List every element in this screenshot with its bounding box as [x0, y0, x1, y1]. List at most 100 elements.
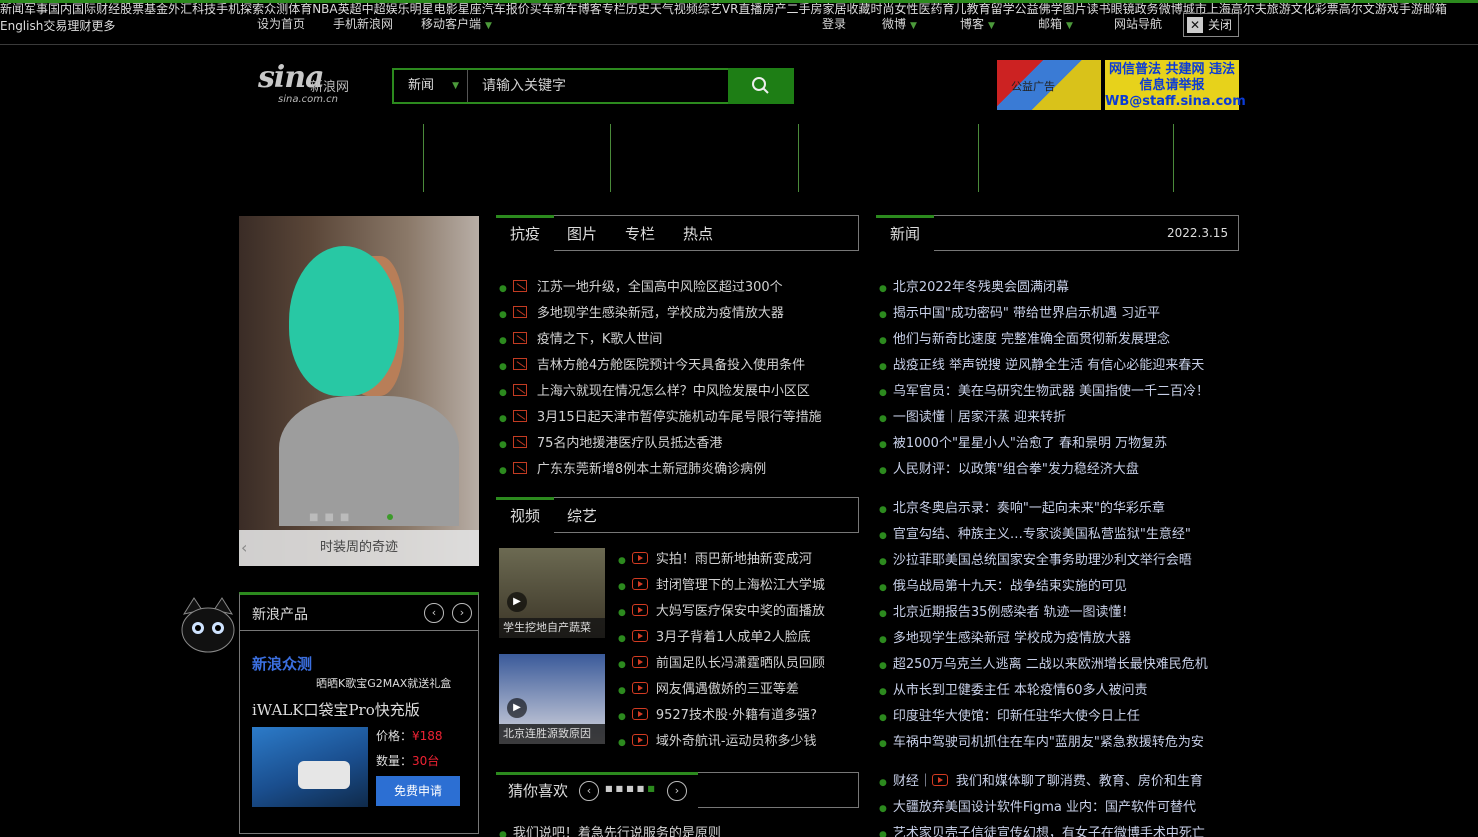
news-title: 大疆放弃美国设计软件Figma 业内：国产软件可替代 [892, 800, 1197, 815]
prev-arrow-icon[interactable]: ‹ [424, 603, 444, 623]
list-item[interactable]: ● 艺术家贝壳子信徒宣传幻想，有女子在微博手术中死亡 [879, 822, 1205, 837]
slider-prev-icon[interactable]: ‹ [241, 538, 247, 557]
slider-dots[interactable]: ■■■ [309, 512, 355, 523]
list-item[interactable]: ● 网友偶遇傲娇的三亚等差 [618, 678, 799, 697]
list-item[interactable]: ● 人民财评：以政策"组合拳"发力稳经济大盘 [879, 458, 1139, 477]
tab-columns[interactable]: 专栏 [625, 223, 655, 244]
search-button[interactable] [728, 68, 794, 104]
list-item[interactable]: ● 一图读懂｜居家汗蒸 迎来转折 [879, 406, 1066, 425]
search-input[interactable] [470, 70, 726, 102]
list-item[interactable]: ● 我们说吧！着急先行说服务的是原则 [499, 822, 721, 837]
product-image[interactable] [252, 727, 368, 807]
tab-hot[interactable]: 热点 [683, 223, 713, 244]
bullet-icon: ● [879, 713, 887, 723]
list-item[interactable]: ● 车祸中驾驶司机抓住在车内"蓝朋友"紧急救援转危为安 [879, 731, 1204, 750]
list-item[interactable]: ● 揭示中国"成功密码" 带给世界启示机遇 习近平 [879, 302, 1160, 321]
list-item[interactable]: ● 75名内地援港医疗队员抵达香港 [499, 432, 722, 451]
video-thumb-caption: 北京连胜源致原因 [499, 724, 605, 744]
list-item[interactable]: ● 广东东莞新增8例本土新冠肺炎确诊病例 [499, 458, 766, 477]
list-item[interactable]: ● 被1000个"星星小人"治愈了 春和景明 万物复苏 [879, 432, 1167, 451]
list-item[interactable]: ● 吉林方舱4方舱医院预计今天具备投入使用条件 [499, 354, 805, 373]
list-item[interactable]: ● 官宣勾结、种族主义…专家谈美国私营监狱"生意经" [879, 523, 1191, 542]
list-item[interactable]: ● 封闭管理下的上海松江大学城 [618, 574, 825, 593]
ad-banner-report[interactable]: 网信普法 共建网 违法信息请举报 WB@staff.sina.com [1105, 60, 1246, 110]
list-item[interactable]: ● 他们与新奇比速度 完整准确全面贯彻新发展理念 [879, 328, 1170, 347]
news-title: 实拍！雨巴新地抽新变成河 [655, 552, 812, 567]
sina-logo[interactable]: sina 新浪网 sina.com.cn [258, 60, 373, 108]
list-item[interactable]: ● 3月子背着1人成单2人脸底 [618, 626, 811, 645]
mail-link[interactable]: 邮箱 ▼ [1038, 15, 1073, 32]
list-item[interactable]: ● 从市长到卫健委主任 本轮疫情60多人被问责 [879, 679, 1148, 698]
nav-separator [978, 124, 979, 192]
list-item[interactable]: ● 大疆放弃美国设计软件Figma 业内：国产软件可替代 [879, 796, 1196, 815]
search-category-select[interactable]: 新闻 ▼ [394, 70, 468, 102]
list-item[interactable]: ● 3月15日起天津市暂停实施机动车尾号限行等措施 [499, 406, 822, 425]
list-item[interactable]: ● 印度驻华大使馆：印新任驻华大使今日上任 [879, 705, 1140, 724]
list-item[interactable]: ● 9527技术股·外籍有道多强? [618, 704, 817, 723]
prev-arrow-icon[interactable]: ‹ [579, 781, 599, 801]
weibo-link[interactable]: 微博 ▼ [882, 15, 917, 32]
next-arrow-icon[interactable]: › [667, 781, 687, 801]
nav-separator [610, 124, 611, 192]
list-item[interactable]: ● 俄乌战局第十九天：战争结束实施的可见 [879, 575, 1127, 594]
bullet-icon: ● [879, 310, 887, 320]
ad-banner-public[interactable]: 公益广告 [997, 60, 1101, 110]
list-item[interactable]: ● 实拍！雨巴新地抽新变成河 [618, 548, 812, 567]
video-thumb-1[interactable]: ▶ 学生挖地自产蔬菜 [499, 548, 605, 638]
list-item[interactable]: ● 域外奇航讯-运动员称多少钱 [618, 730, 817, 749]
list-item[interactable]: ● 财经｜ 我们和媒体聊了聊消费、教育、房价和生育 [879, 770, 1203, 789]
new-products-title: 新浪产品 [252, 607, 308, 623]
video-tabbar: 视频 综艺 [496, 497, 859, 533]
zhongce-title[interactable]: 新浪众测 [252, 653, 312, 674]
bullet-icon: ● [879, 661, 887, 671]
tab-video[interactable]: 视频 [496, 497, 554, 533]
video-thumb-2[interactable]: ▶ 北京连胜源致原因 [499, 654, 605, 744]
list-item[interactable]: ● 前国足队长冯潇霆晒队员回顾 [618, 652, 825, 671]
play-icon[interactable]: ▶ [507, 698, 527, 718]
set-homepage-link[interactable]: 设为首页 [257, 15, 305, 32]
news-title: 大妈写医疗保安中奖的面播放 [655, 604, 825, 619]
list-item[interactable]: ● 多地现学生感染新冠 学校成为疫情放大器 [879, 627, 1131, 646]
bullet-icon: ● [618, 634, 626, 644]
list-item[interactable]: ● 超250万乌克兰人逃离 二战以来欧洲增长最快难民危机 [879, 653, 1208, 672]
bullet-icon: ● [879, 388, 887, 398]
cat-mascot-icon[interactable] [176, 594, 240, 658]
play-icon[interactable]: ▶ [507, 592, 527, 612]
list-item[interactable]: ● 疫情之下，K歌人世间 [499, 328, 662, 347]
news-title: 人民财评：以政策"组合拳"发力稳经济大盘 [892, 462, 1139, 477]
guess-dots[interactable]: ■■■■■ [605, 784, 658, 793]
photo-slider[interactable]: ■■■ 时装周的奇迹 ‹ [239, 216, 479, 566]
list-item[interactable]: ● 战疫正线 举声锐搜 逆风静全生活 有信心必能迎来春天 [879, 354, 1204, 373]
slider-caption[interactable]: 时装周的奇迹 [239, 530, 479, 566]
close-button[interactable]: ✕ 关闭 [1183, 13, 1239, 37]
product-name[interactable]: iWALK口袋宝Pro快充版 [252, 699, 420, 720]
login-link[interactable]: 登录 [822, 15, 846, 32]
slider-dot-active[interactable] [387, 514, 393, 520]
news-title: 吉林方舱4方舱医院预计今天具备投入使用条件 [536, 358, 806, 373]
mobile-client-link[interactable]: 移动客户端 ▼ [421, 15, 492, 32]
tab-variety[interactable]: 综艺 [567, 505, 597, 526]
blog-link[interactable]: 博客 ▼ [960, 15, 995, 32]
news-title: 域外奇航讯-运动员称多少钱 [655, 734, 817, 749]
news-category[interactable]: 财经｜ [893, 774, 932, 789]
mobile-sina-link[interactable]: 手机新浪网 [333, 15, 393, 32]
list-item[interactable]: ● 北京近期报告35例感染者 轨迹一图读懂！ [879, 601, 1135, 620]
tab-kangyi[interactable]: 抗疫 [496, 215, 554, 251]
tab-pictures[interactable]: 图片 [567, 223, 597, 244]
list-item[interactable]: ● 北京冬奥启示录：奏响"一起向未来"的华彩乐章 [879, 497, 1165, 516]
zhongce-subtitle[interactable]: 晒晒K歌宝G2MAX就送礼盒 [316, 675, 451, 691]
new-products-header: 新浪产品 ‹ › [240, 595, 478, 631]
list-item[interactable]: ● 沙拉菲耶美国总统国家安全事务助理沙利文举行会晤 [879, 549, 1192, 568]
free-apply-button[interactable]: 免费申请 [376, 776, 460, 806]
list-item[interactable]: ● 乌军官员：美在乌研究生物武器 美国指使一千二百冷！ [879, 380, 1209, 399]
list-item[interactable]: ● 北京2022年冬残奥会圆满闭幕 [879, 276, 1069, 295]
next-arrow-icon[interactable]: › [452, 603, 472, 623]
tab-news[interactable]: 新闻 [876, 215, 934, 251]
news-title: 一图读懂｜居家汗蒸 迎来转折 [892, 410, 1066, 425]
list-item[interactable]: ● 多地现学生感染新冠，学校成为疫情放大器 [499, 302, 784, 321]
list-item[interactable]: ● 大妈写医疗保安中奖的面播放 [618, 600, 825, 619]
news-title: 北京冬奥启示录：奏响"一起向未来"的华彩乐章 [892, 501, 1165, 516]
list-item[interactable]: ● 江苏一地升级，全国高中风险区超过300个 [499, 276, 783, 295]
list-item[interactable]: ● 上海六就现在情况怎么样？中风险发展中小区区 [499, 380, 810, 399]
site-nav-link[interactable]: 网站导航 [1114, 15, 1162, 32]
